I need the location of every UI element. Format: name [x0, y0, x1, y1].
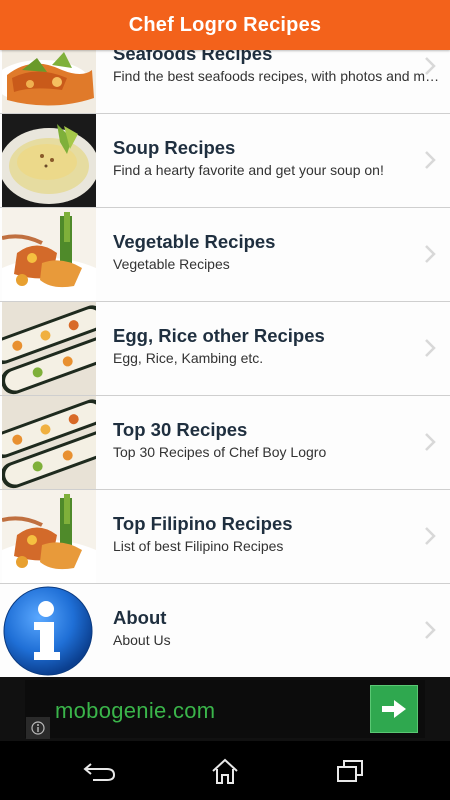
recipe-category-list[interactable]: Seafoods Recipes Find the best seafoods …	[0, 50, 450, 677]
list-item-subtitle: Find a hearty favorite and get your soup…	[113, 162, 384, 178]
arrow-right-icon[interactable]	[370, 685, 418, 733]
chevron-right-icon	[425, 57, 436, 75]
list-item-subtitle: Top 30 Recipes of Chef Boy Logro	[113, 444, 327, 460]
list-item-title: Top Filipino Recipes	[113, 513, 293, 534]
list-item-title: Vegetable Recipes	[113, 231, 276, 252]
chevron-right-icon	[425, 245, 436, 263]
list-item-top-filipino[interactable]: Top Filipino Recipes List of best Filipi…	[0, 490, 450, 584]
list-item-subtitle: About Us	[113, 632, 171, 648]
list-item-title: Top 30 Recipes	[113, 419, 248, 440]
vegetable-plate-image	[2, 208, 96, 301]
list-item-subtitle: Egg, Rice, Kambing etc.	[113, 350, 264, 366]
list-item-vegetable[interactable]: Vegetable Recipes Vegetable Recipes	[0, 208, 450, 302]
sushi-rolls-image	[2, 396, 96, 489]
list-item-top-30[interactable]: Top 30 Recipes Top 30 Recipes of Chef Bo…	[0, 396, 450, 490]
list-item-title: Egg, Rice other Recipes	[113, 325, 325, 346]
list-item-seafoods[interactable]: Seafoods Recipes Find the best seafoods …	[0, 50, 450, 114]
action-bar: Chef Logro Recipes	[0, 0, 450, 50]
system-nav-bar	[0, 741, 450, 800]
chevron-right-icon	[425, 151, 436, 169]
sushi-rolls-image	[2, 302, 96, 395]
seafood-dish-image	[2, 50, 96, 113]
chevron-right-icon	[425, 433, 436, 451]
info-icon	[2, 584, 96, 677]
vegetable-plate-image	[2, 490, 96, 583]
chevron-right-icon	[425, 339, 436, 357]
app-screen: Chef Logro Recipes Seafoods Recipes Find…	[0, 0, 450, 800]
list-item-title: Soup Recipes	[113, 137, 236, 158]
chevron-right-icon	[425, 527, 436, 545]
list-scroll-content: Seafoods Recipes Find the best seafoods …	[0, 50, 450, 677]
chevron-right-icon	[425, 621, 436, 639]
soup-bowl-image	[2, 114, 96, 207]
back-icon[interactable]	[80, 755, 120, 787]
list-item-egg-rice[interactable]: Egg, Rice other Recipes Egg, Rice, Kambi…	[0, 302, 450, 396]
ad-banner[interactable]: mobogenie.com	[25, 680, 425, 738]
list-item-subtitle: Find the best seafoods recipes, with pho…	[113, 68, 450, 84]
home-icon[interactable]	[205, 755, 245, 787]
app-title: Chef Logro Recipes	[128, 13, 322, 36]
list-item-title: Seafoods Recipes	[113, 50, 273, 64]
info-circle-icon[interactable]	[26, 717, 50, 739]
list-item-subtitle: Vegetable Recipes	[113, 256, 230, 272]
list-item-about[interactable]: About About Us	[0, 584, 450, 677]
ad-area: mobogenie.com	[0, 677, 450, 741]
ad-text: mobogenie.com	[55, 698, 216, 723]
recent-apps-icon[interactable]	[330, 755, 370, 787]
list-item-title: About	[113, 607, 167, 628]
list-item-soup[interactable]: Soup Recipes Find a hearty favorite and …	[0, 114, 450, 208]
list-item-subtitle: List of best Filipino Recipes	[113, 538, 284, 554]
